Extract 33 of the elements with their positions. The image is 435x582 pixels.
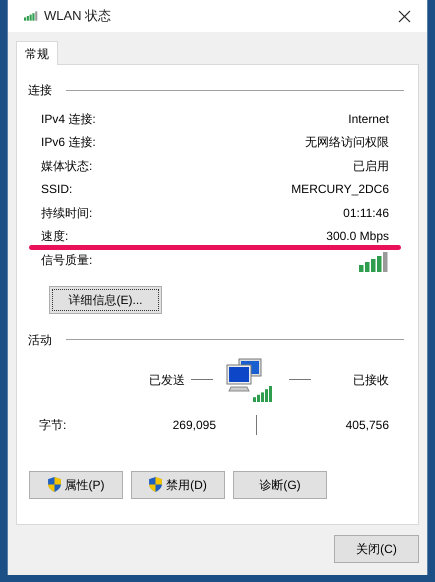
tab[interactable]: 常规 — [16, 41, 58, 65]
action-button[interactable]: 属性(P) — [29, 470, 123, 498]
field-label: 媒体状态: — [41, 158, 92, 175]
received-bytes: 405,756 — [346, 416, 389, 434]
field-value: 300.0 Mbps — [326, 228, 389, 246]
received-label: 已接收 — [353, 372, 389, 388]
bytes-label: 字节: — [39, 416, 68, 434]
network-computers-icon — [225, 356, 275, 402]
shield-icon — [149, 477, 162, 492]
action-button[interactable]: 禁用(D) — [131, 470, 225, 498]
field-value: Internet — [348, 110, 389, 128]
close-icon[interactable] — [398, 10, 411, 22]
field-value: 已启用 — [353, 158, 389, 175]
field-label: IPv4 连接: — [41, 110, 96, 128]
field-value: 01:11:46 — [343, 204, 389, 222]
close-button[interactable]: 关闭(C) — [334, 535, 419, 563]
field-label: 信号质量: — [41, 252, 92, 269]
signal-quality-icon — [359, 252, 389, 272]
field-label: SSID: — [41, 181, 72, 198]
field-label: 速度: — [41, 228, 68, 246]
field-value: 无网络访问权限 — [305, 134, 389, 152]
field-label: 持续时间: — [41, 204, 92, 222]
shield-icon — [48, 477, 60, 492]
action-button[interactable]: 诊断(G) — [233, 470, 327, 498]
sent-bytes: 269,095 — [172, 416, 216, 434]
field-label: IPv6 连接: — [41, 134, 96, 152]
window-title: WLAN 状态 — [44, 7, 112, 26]
section-heading: 活动 — [28, 332, 52, 348]
sent-label: 已发送 — [149, 372, 185, 388]
details-button[interactable]: 详细信息(E)... — [49, 286, 162, 314]
signal-icon — [24, 11, 38, 21]
section-heading: 连接 — [28, 82, 52, 99]
field-value: MERCURY_2DC6 — [291, 181, 389, 198]
